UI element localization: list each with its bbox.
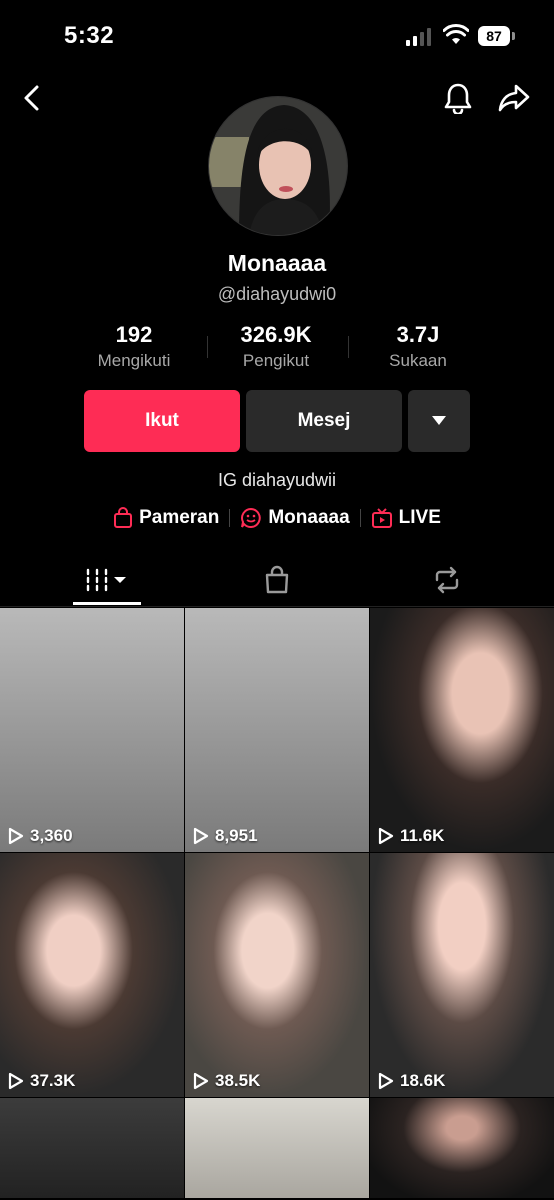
stat-followers-value: 326.9K — [240, 322, 312, 347]
share-arrow-icon — [498, 84, 530, 112]
play-icon — [8, 1072, 24, 1090]
video-thumbnail[interactable]: 3,360 — [0, 608, 184, 852]
view-count: 11.6K — [378, 826, 444, 846]
view-count-value: 18.6K — [400, 1071, 446, 1090]
stat-following-label: Mengikuti — [97, 351, 171, 370]
play-icon — [8, 827, 24, 845]
stat-likes-label: Sukaan — [389, 351, 447, 370]
back-button[interactable] — [14, 80, 50, 116]
tab-videos[interactable] — [73, 560, 141, 600]
link-divider — [359, 509, 361, 527]
view-count: 18.6K — [378, 1071, 445, 1091]
battery-indicator: 87 — [478, 26, 516, 46]
profile-avatar[interactable] — [208, 96, 348, 236]
smiley-chat-icon — [241, 507, 262, 528]
link-group-chat[interactable]: Monaaaa — [240, 507, 350, 529]
shopping-bag-icon — [114, 507, 133, 528]
play-icon — [193, 827, 209, 845]
videos-grid-icon — [86, 568, 126, 592]
bio-text: IG diahayudwii — [217, 470, 337, 490]
battery-level: 87 — [478, 26, 510, 46]
stat-following[interactable]: 192 Mengikuti — [54, 322, 214, 371]
repost-icon — [435, 566, 459, 594]
view-count-value: 38.5K — [215, 1071, 261, 1090]
stat-following-value: 192 — [115, 322, 153, 347]
bell-icon — [444, 83, 472, 114]
link-live-label: LIVE — [398, 507, 441, 528]
tab-reposts[interactable] — [414, 560, 480, 600]
video-thumbnail[interactable] — [0, 1098, 184, 1198]
tab-shop[interactable] — [244, 560, 310, 600]
play-icon — [378, 1072, 394, 1090]
view-count: 3,360 — [8, 826, 73, 846]
view-count-value: 3,360 — [30, 826, 73, 845]
status-time: 5:32 — [64, 22, 115, 49]
display-name: Monaaaa — [227, 250, 327, 276]
cellular-signal-icon — [406, 28, 431, 46]
video-grid: 3,360 8,951 11.6K 37.3K 38.5K 18.6K — [0, 608, 554, 1198]
username: @diahayudwi0 — [217, 284, 337, 304]
view-count-value: 8,951 — [215, 826, 258, 845]
caret-down-icon — [432, 416, 446, 425]
wifi-icon — [443, 24, 469, 44]
view-count: 8,951 — [193, 826, 258, 846]
active-tab-indicator — [73, 602, 141, 605]
chevron-left-icon — [24, 85, 39, 111]
stat-likes[interactable]: 3.7J Sukaan — [338, 322, 498, 371]
stat-followers-label: Pengikut — [242, 351, 310, 370]
shop-bag-icon — [265, 565, 289, 594]
tv-icon — [371, 508, 392, 528]
suggested-accounts-button[interactable] — [408, 390, 470, 452]
play-icon — [378, 827, 394, 845]
video-thumbnail[interactable] — [185, 1098, 369, 1198]
video-thumbnail[interactable]: 37.3K — [0, 853, 184, 1097]
profile-links: Pameran Monaaaa LIVE — [0, 507, 554, 529]
video-thumbnail[interactable]: 38.5K — [185, 853, 369, 1097]
stat-followers[interactable]: 326.9K Pengikut — [196, 322, 356, 371]
link-showcase[interactable]: Pameran — [113, 507, 219, 529]
play-icon — [193, 1072, 209, 1090]
message-button[interactable]: Mesej — [246, 390, 402, 452]
link-live[interactable]: LIVE — [371, 507, 441, 529]
view-count-value: 11.6K — [400, 826, 445, 845]
video-thumbnail[interactable]: 8,951 — [185, 608, 369, 852]
link-showcase-label: Pameran — [139, 507, 220, 528]
avatar-photo — [209, 97, 347, 235]
stat-likes-value: 3.7J — [396, 322, 440, 347]
video-thumbnail[interactable] — [370, 1098, 554, 1198]
follow-button[interactable]: Ikut — [84, 390, 240, 452]
notification-button[interactable] — [440, 80, 476, 116]
view-count: 38.5K — [193, 1071, 260, 1091]
video-thumbnail[interactable]: 11.6K — [370, 608, 554, 852]
link-divider — [229, 509, 231, 527]
share-button[interactable] — [496, 80, 532, 116]
view-count-value: 37.3K — [30, 1071, 76, 1090]
link-group-chat-label: Monaaaa — [268, 507, 350, 528]
video-thumbnail[interactable]: 18.6K — [370, 853, 554, 1097]
tab-divider — [0, 606, 554, 607]
view-count: 37.3K — [8, 1071, 75, 1091]
